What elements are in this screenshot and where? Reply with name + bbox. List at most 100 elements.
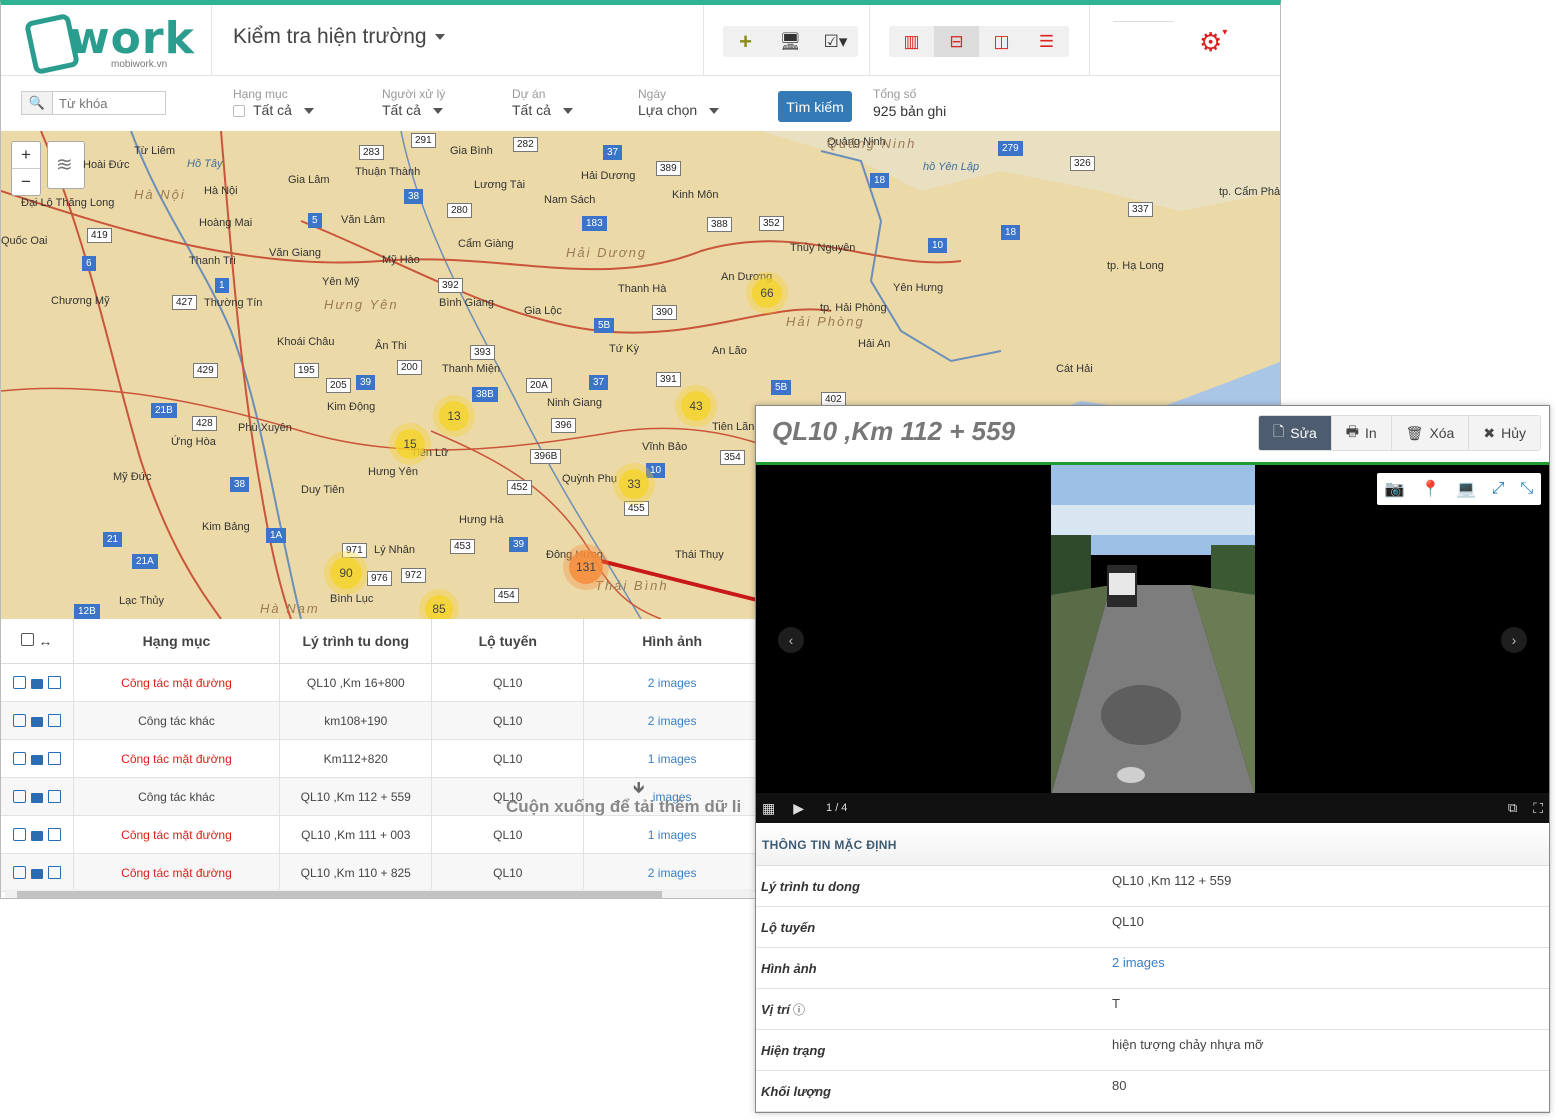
unlock-icon[interactable] bbox=[30, 793, 43, 803]
select-all-header[interactable]: ↔ bbox=[1, 619, 74, 664]
map-cluster-marker[interactable]: 66 bbox=[752, 278, 782, 308]
column-header[interactable]: Lộ tuyến bbox=[431, 619, 585, 664]
handler-filter-value: Tất cả bbox=[382, 102, 421, 118]
compress-button[interactable]: ⤡ bbox=[1520, 480, 1533, 498]
chevron-right-icon: › bbox=[1511, 632, 1517, 648]
scrollbar-thumb[interactable] bbox=[17, 891, 662, 898]
road-number-badge: 390 bbox=[652, 305, 677, 320]
road-number-badge: 18 bbox=[1001, 225, 1021, 240]
restore-button[interactable]: ⧉ bbox=[1508, 800, 1517, 816]
list-view-button[interactable]: ☰ bbox=[1024, 26, 1069, 57]
map-place-label: Mỹ Hào bbox=[382, 254, 420, 266]
map-place-label: Gia Lộc bbox=[524, 305, 562, 317]
row-checkbox[interactable] bbox=[12, 866, 26, 879]
row-checkbox[interactable] bbox=[12, 752, 26, 765]
category-checkbox[interactable] bbox=[233, 105, 245, 118]
map-place-label: Hưng Yên bbox=[368, 466, 418, 478]
unlock-icon[interactable] bbox=[30, 869, 43, 879]
map-cluster-marker[interactable]: 131 bbox=[569, 550, 603, 584]
images-link[interactable]: 2 images bbox=[583, 663, 761, 702]
edit-icon[interactable] bbox=[47, 828, 61, 841]
module-dropdown[interactable]: Kiểm tra hiện trường bbox=[233, 25, 445, 49]
table-row[interactable]: Công tác mặt đường QL10 ,Km 110 + 825 QL10… bbox=[1, 853, 761, 892]
map-cluster-marker[interactable]: 13 bbox=[439, 401, 469, 431]
unlock-icon[interactable] bbox=[30, 755, 43, 765]
map-cluster-marker[interactable]: 90 bbox=[330, 557, 362, 589]
road-number-badge: 200 bbox=[397, 360, 422, 375]
map-icon: ▥ bbox=[903, 31, 920, 51]
cancel-button[interactable]: ✖ Hủy bbox=[1468, 416, 1540, 450]
edit-icon[interactable] bbox=[47, 714, 61, 727]
row-checkbox[interactable] bbox=[12, 714, 26, 727]
unlock-icon[interactable] bbox=[30, 717, 43, 727]
logo[interactable]: work mobiwork.vn bbox=[23, 11, 199, 76]
road-number-badge: 1 bbox=[215, 278, 229, 293]
category-filter[interactable]: Hạng mục Tất cả bbox=[233, 87, 314, 118]
zoom-out-button[interactable]: − bbox=[12, 168, 40, 195]
add-button[interactable]: + bbox=[723, 26, 768, 57]
search-input[interactable] bbox=[53, 92, 161, 114]
expand-button[interactable]: ⤢ bbox=[1492, 480, 1505, 498]
column-header[interactable]: Hạng mục bbox=[73, 619, 281, 664]
location-button[interactable]: 📍 bbox=[1421, 479, 1441, 499]
column-header[interactable]: Hình ảnh bbox=[583, 619, 761, 664]
laptop-button[interactable]: 💻 bbox=[1456, 479, 1476, 499]
map-place-label: Quốc Oai bbox=[1, 235, 48, 247]
table-row[interactable]: Công tác mặt đường QL10 ,Km 16+800 QL10 2 i… bbox=[1, 663, 761, 702]
camera-button[interactable]: 📷 bbox=[1385, 479, 1405, 499]
split-horizontal-view-button[interactable]: ⊟ bbox=[934, 26, 979, 57]
search-button[interactable]: 🔍 bbox=[22, 92, 53, 114]
map-cluster-marker[interactable]: 85 bbox=[425, 595, 453, 619]
edit-icon[interactable] bbox=[47, 866, 61, 879]
images-link[interactable]: 2 images bbox=[583, 701, 761, 740]
map-cluster-marker[interactable]: 43 bbox=[681, 391, 711, 421]
edit-icon[interactable] bbox=[47, 752, 61, 765]
layers-button[interactable]: ≋ bbox=[47, 141, 85, 189]
zoom-in-button[interactable]: + bbox=[12, 142, 40, 168]
edit-icon[interactable] bbox=[47, 790, 61, 803]
info-circle-icon[interactable]: ⓘ bbox=[793, 1001, 805, 1018]
prev-image-button[interactable]: ‹ bbox=[778, 627, 804, 653]
map-region-label: Thái Bình bbox=[595, 578, 669, 593]
map-view-button[interactable]: ▥ bbox=[889, 26, 934, 57]
images-link[interactable]: 1 images bbox=[583, 739, 761, 778]
column-header[interactable]: Lý trình tu dong bbox=[279, 619, 433, 664]
scroll-load-message: Cuộn xuống để tải thêm dữ li bbox=[506, 797, 742, 816]
handler-filter[interactable]: Người xử lý Tất cả bbox=[382, 87, 445, 118]
table-row[interactable]: Công tác mặt đường Km112+820 QL10 1 images bbox=[1, 739, 761, 778]
table-row[interactable]: Công tác mặt đường QL10 ,Km 111 + 003 QL10… bbox=[1, 815, 761, 854]
images-link[interactable]: 2 images bbox=[583, 853, 761, 892]
edit-icon[interactable] bbox=[47, 676, 61, 689]
search-submit-button[interactable]: Tìm kiếm bbox=[778, 91, 852, 122]
search-box: 🔍 bbox=[21, 91, 166, 115]
screen-button[interactable]: 🖥 bbox=[768, 26, 813, 57]
map-cluster-marker[interactable]: 15 bbox=[395, 429, 425, 459]
road-photo[interactable] bbox=[1051, 465, 1255, 795]
row-checkbox[interactable] bbox=[12, 828, 26, 841]
info-value[interactable]: 2 images bbox=[1112, 955, 1165, 970]
print-button[interactable]: 🖶 In bbox=[1330, 416, 1391, 450]
map-place-label: Chương Mỹ bbox=[51, 295, 110, 307]
table-row[interactable]: Công tác khác km108+190 QL10 2 images bbox=[1, 701, 761, 740]
horizontal-scrollbar[interactable] bbox=[5, 889, 753, 898]
info-value: 80 bbox=[1112, 1078, 1127, 1093]
play-button[interactable]: ▶ bbox=[793, 800, 804, 817]
filter-bar: 🔍 Hạng mục Tất cả Người xử lý Tất cả Dự … bbox=[1, 75, 1280, 132]
row-checkbox[interactable] bbox=[12, 790, 26, 803]
unlock-icon[interactable] bbox=[30, 679, 43, 689]
map-cluster-marker[interactable]: 33 bbox=[619, 469, 649, 499]
row-checkbox[interactable] bbox=[12, 676, 26, 689]
edit-button[interactable]: 🗋 Sửa bbox=[1258, 416, 1331, 450]
fullscreen-button[interactable]: ⛶ bbox=[1533, 800, 1543, 817]
unlock-icon[interactable] bbox=[30, 831, 43, 841]
road-number-badge: 37 bbox=[589, 375, 609, 390]
date-filter[interactable]: Ngày Lựa chọn bbox=[638, 87, 720, 118]
grid-view-button[interactable]: ▦ bbox=[762, 800, 775, 817]
checklist-dropdown-button[interactable]: ☑▾ bbox=[813, 26, 858, 57]
next-image-button[interactable]: › bbox=[1501, 627, 1527, 653]
settings-button[interactable]: ⚙▾ bbox=[1199, 27, 1227, 58]
project-filter[interactable]: Dự án Tất cả bbox=[512, 87, 573, 118]
split-vertical-view-button[interactable]: ◫ bbox=[979, 26, 1024, 57]
delete-button[interactable]: 🗑 Xóa bbox=[1390, 416, 1469, 450]
images-link[interactable]: 1 images bbox=[583, 815, 761, 854]
